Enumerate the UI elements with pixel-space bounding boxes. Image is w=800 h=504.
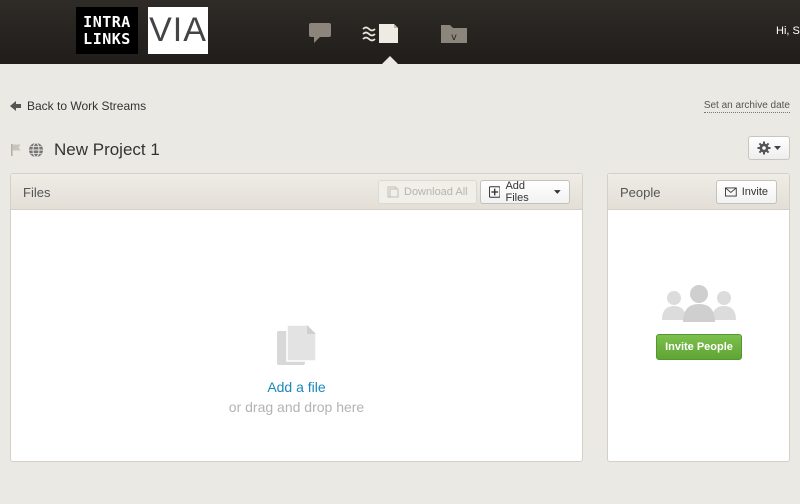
gear-icon — [757, 141, 771, 155]
invite-people-button[interactable]: Invite People — [656, 334, 742, 360]
download-all-button[interactable]: Download All — [378, 180, 477, 204]
logo-line-1: INTRA — [83, 12, 131, 31]
flag-icon[interactable] — [10, 143, 22, 157]
top-bar: INTRA LINKS VIA v Hi, S — [0, 0, 800, 64]
invite-label: Invite — [741, 186, 768, 198]
invite-button[interactable]: Invite — [716, 180, 777, 204]
arrow-left-icon — [10, 101, 21, 111]
logo-line-2: LINKS — [83, 29, 131, 48]
intralinks-logo[interactable]: INTRA LINKS — [76, 7, 138, 54]
envelope-icon — [725, 187, 737, 197]
logo-via-text: VIA — [149, 11, 207, 49]
drag-drop-hint: or drag and drop here — [228, 399, 365, 415]
active-nav-caret — [382, 56, 398, 64]
project-title-row: New Project 1 — [10, 140, 160, 160]
download-all-label: Download All — [404, 186, 468, 198]
people-group-icon — [662, 285, 736, 322]
files-panel-title: Files — [23, 185, 51, 200]
work-streams-icon — [362, 24, 398, 43]
back-link-label: Back to Work Streams — [27, 99, 147, 113]
user-greeting[interactable]: Hi, S — [776, 25, 800, 37]
add-files-button[interactable]: Add Files — [480, 180, 570, 204]
project-title: New Project 1 — [54, 140, 160, 159]
files-panel: Files Download All Add Files Add a file … — [10, 173, 583, 462]
settings-dropdown-button[interactable] — [748, 136, 790, 160]
nav-work-streams[interactable] — [362, 22, 400, 49]
people-panel-header: People Invite — [608, 174, 789, 210]
download-icon — [387, 186, 399, 198]
caret-down-icon — [554, 190, 561, 194]
caret-down-icon — [774, 146, 781, 150]
folder-v-icon: v — [441, 25, 467, 43]
nav-vault[interactable]: v — [440, 22, 468, 49]
add-file-icon — [489, 186, 501, 198]
people-panel-title: People — [620, 185, 661, 200]
via-logo[interactable]: VIA — [148, 7, 208, 54]
back-to-work-streams-link[interactable]: Back to Work Streams — [10, 99, 146, 113]
nav-messages[interactable] — [308, 22, 332, 49]
add-a-file-link[interactable]: Add a file — [11, 379, 582, 395]
documents-icon — [277, 324, 317, 365]
add-files-label: Add Files — [505, 180, 529, 204]
globe-icon — [29, 142, 43, 158]
files-panel-header: Files Download All Add Files — [11, 174, 582, 210]
chat-bubble-icon — [309, 23, 331, 43]
people-panel: People Invite Invite People — [607, 173, 790, 462]
file-drop-zone[interactable]: Add a file or drag and drop here — [11, 211, 582, 462]
svg-text:v: v — [451, 32, 457, 43]
set-archive-date-link[interactable]: Set an archive date — [703, 100, 790, 113]
